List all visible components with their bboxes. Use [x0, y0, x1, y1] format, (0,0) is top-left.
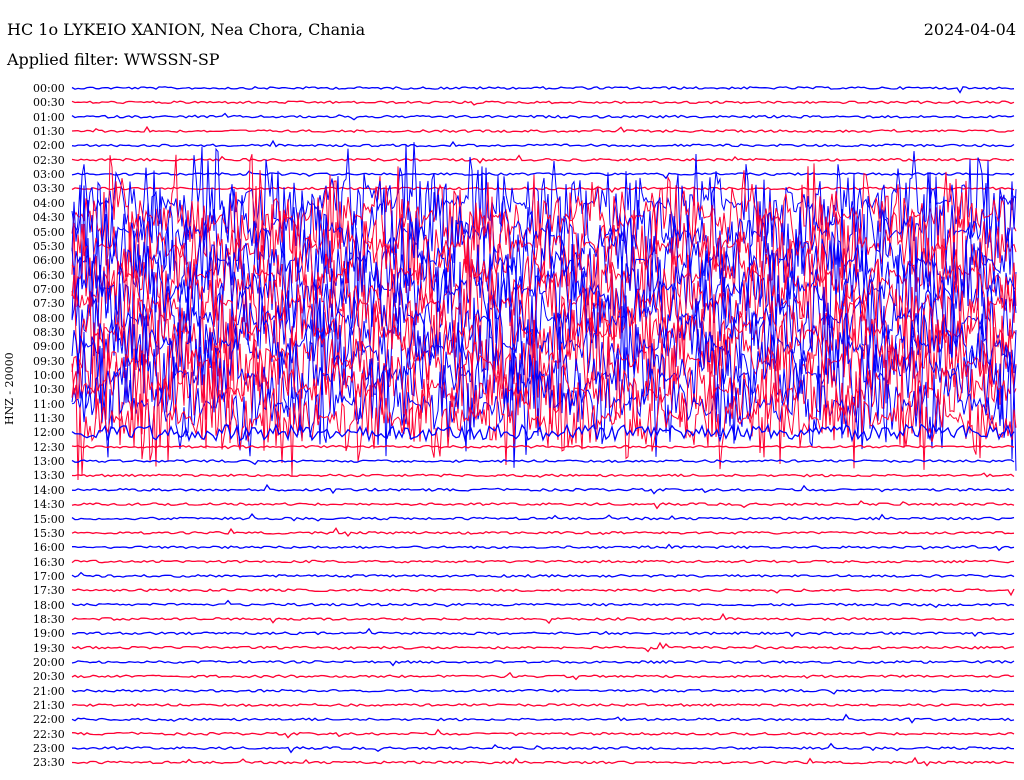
trace-row-1730 — [71, 588, 1015, 597]
trace-row-1430 — [71, 500, 1015, 510]
trace-row-1900 — [71, 627, 1015, 638]
trace-row-2030 — [71, 671, 1015, 681]
trace-row-1230 — [71, 444, 1015, 450]
trace-row-0330 — [71, 186, 1015, 194]
trace-row-1500 — [71, 513, 1015, 522]
trace-row-0230 — [71, 154, 1015, 164]
trace-row-1600 — [72, 543, 1015, 552]
trace-row-1030 — [71, 333, 1017, 451]
trace-row-1830 — [71, 612, 1015, 625]
trace-row-2200 — [71, 713, 1015, 724]
trace-row-1630 — [71, 559, 1015, 564]
trace-row-1930 — [71, 641, 1015, 653]
trace-row-2230 — [71, 728, 1015, 739]
trace-row-0100 — [71, 112, 1015, 121]
trace-row-1300 — [71, 458, 1015, 466]
trace-row-2330 — [71, 756, 1015, 767]
seismogram-plot — [71, 85, 1017, 767]
trace-row-0300 — [71, 170, 1015, 180]
trace-row-2000 — [71, 659, 1015, 667]
trace-row-1530 — [71, 527, 1015, 538]
trace-row-0130 — [71, 125, 1015, 133]
trace-row-0000 — [71, 85, 1015, 94]
trace-row-1400 — [71, 483, 1015, 495]
trace-row-1330 — [71, 472, 1015, 478]
trace-row-2300 — [72, 742, 1014, 754]
trace-row-1800 — [71, 599, 1015, 609]
trace-row-0200 — [71, 139, 1015, 148]
trace-row-2100 — [71, 688, 1015, 695]
trace-row-0030 — [71, 100, 1015, 106]
trace-row-1700 — [71, 571, 1015, 578]
trace-row-0500 — [71, 170, 1017, 300]
trace-row-1200 — [71, 422, 1015, 443]
trace-row-2130 — [71, 702, 1015, 707]
